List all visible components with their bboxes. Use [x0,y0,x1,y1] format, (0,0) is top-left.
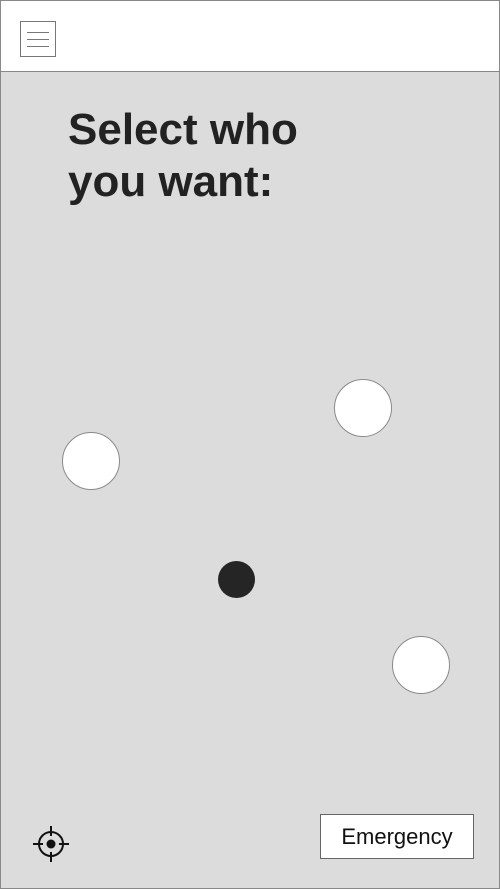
person-marker[interactable] [334,379,392,437]
hamburger-menu-icon [27,32,49,33]
hamburger-menu-icon-line [27,39,49,40]
page-title-line-2: you want: [68,157,274,206]
top-bar [0,0,500,72]
page-title-line-1: Select who [68,105,298,154]
app-screen: Select who you want: Emergency [0,0,500,889]
page-title: Select who you want: [68,104,398,208]
crosshair-icon [33,826,69,862]
hamburger-menu-icon-line [27,46,49,47]
menu-button[interactable] [20,21,56,57]
emergency-button[interactable]: Emergency [320,814,474,859]
locate-me-button[interactable] [32,825,70,863]
current-location-marker [218,561,255,598]
person-marker[interactable] [62,432,120,490]
person-marker[interactable] [392,636,450,694]
